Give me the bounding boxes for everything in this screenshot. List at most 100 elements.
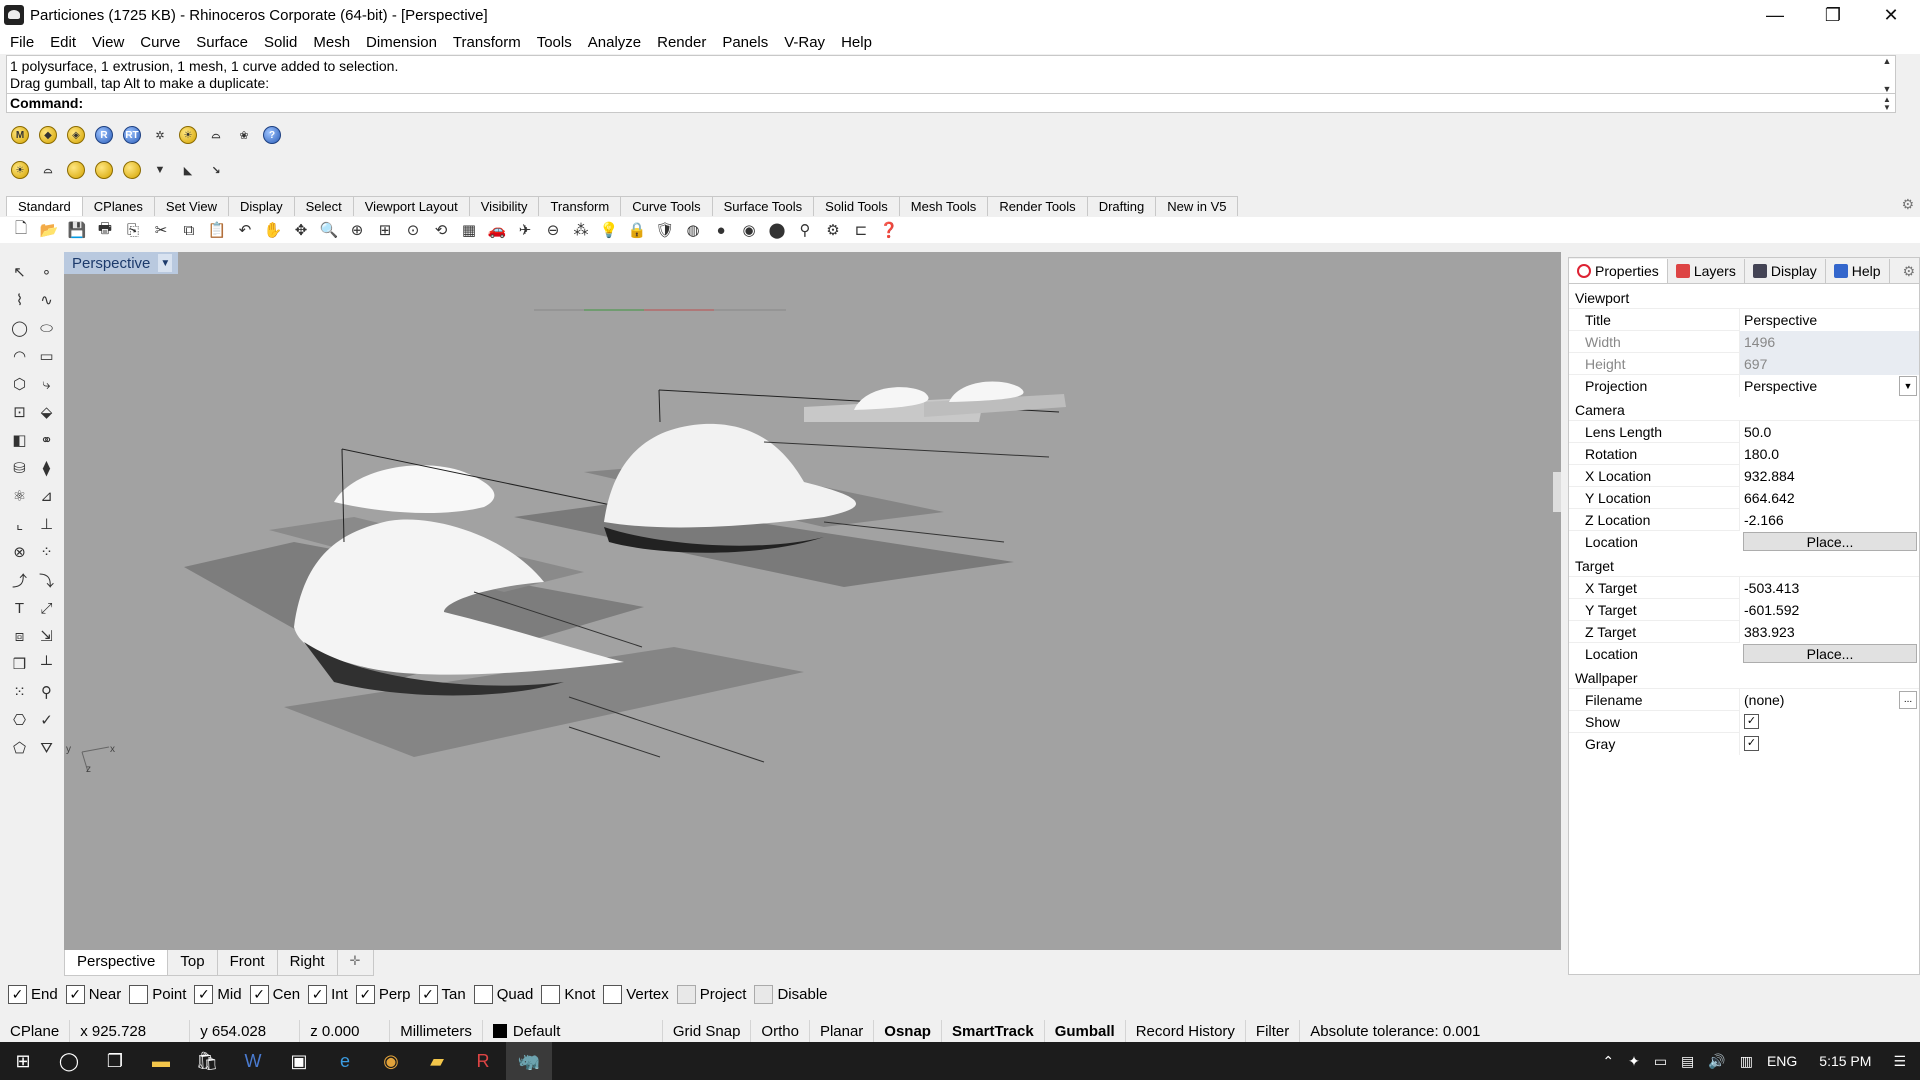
menu-mesh[interactable]: Mesh <box>305 34 358 51</box>
osnap-vertex[interactable]: Vertex <box>603 984 669 1004</box>
vray-options-icon[interactable]: ◆ <box>36 123 60 147</box>
chamfer-icon[interactable]: ⊥ <box>33 512 60 536</box>
scroll-down-icon[interactable]: ▼ <box>1883 84 1892 94</box>
osnap-checkbox[interactable]: ✓ <box>249 984 269 1004</box>
check-icon[interactable]: ✓ <box>33 708 60 732</box>
osnap-cen[interactable]: ✓ Cen <box>249 984 300 1004</box>
vray-help-icon[interactable]: ? <box>260 123 284 147</box>
osnap-checkbox[interactable]: ✓ <box>194 984 214 1004</box>
search-circle-icon[interactable]: ◯ <box>46 1042 92 1080</box>
menu-help[interactable]: Help <box>833 34 880 51</box>
scroll-up-icon[interactable]: ▲ <box>1883 56 1892 66</box>
tab-select[interactable]: Select <box>293 196 354 216</box>
box-icon[interactable]: ◧ <box>6 428 33 452</box>
open-folder-icon[interactable]: 📂 <box>36 218 62 242</box>
tab-properties[interactable]: Properties <box>1569 258 1668 283</box>
osnap-int[interactable]: ✓ Int <box>308 984 348 1004</box>
save-icon[interactable]: 💾 <box>64 218 90 242</box>
cylinder-icon[interactable]: ⛁ <box>6 456 33 480</box>
network-icon[interactable]: ▤ <box>1681 1053 1694 1070</box>
pan-hand-icon[interactable]: ✋ <box>260 218 286 242</box>
tab-render-tools[interactable]: Render Tools <box>987 196 1088 216</box>
osnap-checkbox[interactable]: ✓ <box>355 984 375 1004</box>
osnap-near[interactable]: ✓ Near <box>65 984 121 1004</box>
zoom-extents-icon[interactable]: ⊞ <box>372 218 398 242</box>
osnap-perp[interactable]: ✓ Perp <box>355 984 411 1004</box>
osnap-project[interactable]: Project <box>676 984 746 1004</box>
ortho-toggle[interactable]: Ortho <box>751 1020 810 1042</box>
projection-select[interactable]: Perspective ▼ <box>1739 374 1919 397</box>
vray-material-editor-icon[interactable]: M <box>8 123 32 147</box>
app-icon[interactable]: ▣ <box>276 1042 322 1080</box>
osnap-checkbox[interactable] <box>754 984 774 1004</box>
menu-surface[interactable]: Surface <box>188 34 256 51</box>
menu-transform[interactable]: Transform <box>445 34 529 51</box>
filename-field[interactable]: (none)... <box>1739 688 1919 711</box>
filter-icon[interactable]: ⚲ <box>792 218 818 242</box>
omni-light-icon[interactable] <box>92 158 116 182</box>
viewport-tab-perspective[interactable]: Perspective <box>64 950 169 976</box>
tab-surface-tools[interactable]: Surface Tools <box>711 196 815 216</box>
block-icon[interactable]: ❒ <box>6 652 33 676</box>
sweep-icon[interactable]: ⧫ <box>33 456 60 480</box>
chevron-down-icon[interactable]: ▼ <box>1899 375 1917 396</box>
sun-light-icon[interactable]: ☀ <box>8 158 32 182</box>
chevron-up-icon[interactable]: ⌃ <box>1602 1053 1614 1070</box>
spot-light-icon[interactable]: ▼ <box>148 158 172 182</box>
surface-points-icon[interactable]: ⊡ <box>6 400 33 424</box>
tab-cplanes[interactable]: CPlanes <box>81 196 155 216</box>
viewport-name[interactable]: Perspective <box>72 255 150 272</box>
vray-rt-icon[interactable]: RT <box>120 123 144 147</box>
osnap-tan[interactable]: ✓ Tan <box>418 984 466 1004</box>
osnap-knot[interactable]: Knot <box>541 984 595 1004</box>
tab-display-panel[interactable]: Display <box>1745 258 1826 283</box>
polygon-icon[interactable]: ⬡ <box>6 372 33 396</box>
ellipse-icon[interactable]: ⬭ <box>33 316 60 340</box>
material-sphere-icon[interactable]: ⬤ <box>764 218 790 242</box>
osnap-checkbox[interactable]: ✓ <box>65 984 85 1004</box>
osnap-checkbox[interactable]: ✓ <box>8 984 27 1004</box>
grid-snap-toggle[interactable]: Grid Snap <box>663 1020 752 1042</box>
color-wheel-icon[interactable]: ◍ <box>680 218 706 242</box>
z-target-field[interactable]: 383.923 <box>1739 620 1919 643</box>
word-icon[interactable]: W <box>230 1042 276 1080</box>
y-target-field[interactable]: -601.592 <box>1739 598 1919 621</box>
menu-analyze[interactable]: Analyze <box>580 34 649 51</box>
viewport-tab-right[interactable]: Right <box>276 950 338 976</box>
perspective-viewport[interactable]: x y z Perspective ▼ <box>64 252 1561 950</box>
y-location-field[interactable]: 664.642 <box>1739 486 1919 509</box>
dimension-tool-icon[interactable]: ⊿ <box>33 484 60 508</box>
zoom-selected-icon[interactable]: ⊙ <box>400 218 426 242</box>
dropbox-icon[interactable]: ✦ <box>1628 1053 1640 1070</box>
status-cplane[interactable]: CPlane <box>0 1020 71 1042</box>
clock[interactable]: 5:15 PM <box>1811 1053 1879 1069</box>
layer-color-icon[interactable]: 🛡 <box>652 218 678 242</box>
join-curve-icon[interactable]: ⤴ <box>6 568 33 592</box>
target-place-button[interactable]: Place... <box>1743 644 1917 663</box>
menu-tools[interactable]: Tools <box>529 34 580 51</box>
point-icon[interactable]: ∘ <box>33 260 60 284</box>
filter-toggle[interactable]: Filter <box>1246 1020 1301 1042</box>
blend-curve-icon[interactable]: ⤵ <box>33 568 60 592</box>
store-icon[interactable]: 🛍 <box>184 1042 230 1080</box>
lens-length-field[interactable]: 50.0 <box>1739 420 1919 443</box>
ruler-icon[interactable]: ┴ <box>33 652 60 676</box>
camera-place-button[interactable]: Place... <box>1743 532 1917 551</box>
import-icon[interactable]: ⎘ <box>120 218 146 242</box>
notification-icon[interactable]: ▥ <box>1740 1053 1753 1070</box>
four-viewports-icon[interactable]: ▦ <box>456 218 482 242</box>
gray-checkbox[interactable]: ✓ <box>1744 736 1759 751</box>
vray-scatter-icon[interactable]: ❀ <box>232 123 256 147</box>
boolean-union-icon[interactable]: ⚭ <box>33 428 60 452</box>
menu-dimension[interactable]: Dimension <box>358 34 445 51</box>
zoom-icon[interactable]: 🔍 <box>316 218 342 242</box>
tab-solid-tools[interactable]: Solid Tools <box>813 196 900 216</box>
lock-icon[interactable]: 🔒 <box>624 218 650 242</box>
menu-solid[interactable]: Solid <box>256 34 305 51</box>
volume-icon[interactable]: 🔊 <box>1708 1053 1725 1070</box>
rectangle-icon[interactable]: ▭ <box>33 344 60 368</box>
car-icon[interactable]: 🚗 <box>484 218 510 242</box>
minimize-button[interactable]: — <box>1746 0 1804 30</box>
group-icon[interactable]: ⧈ <box>6 624 33 648</box>
menu-curve[interactable]: Curve <box>132 34 188 51</box>
